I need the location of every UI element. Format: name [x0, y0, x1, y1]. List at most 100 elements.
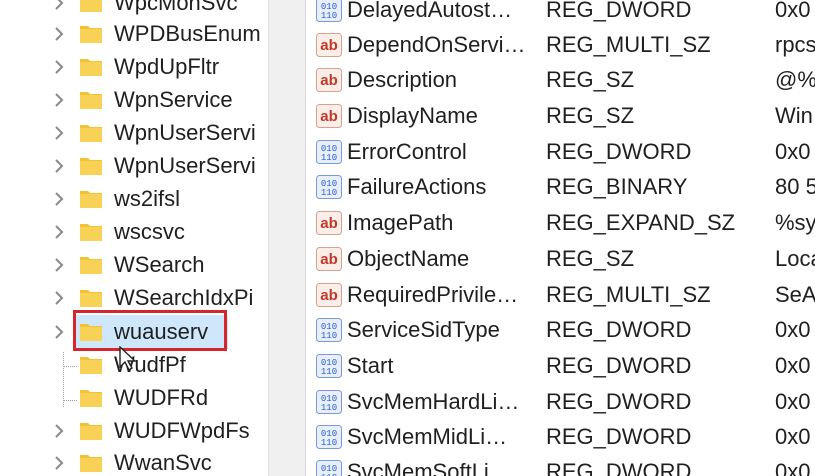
- svg-text:110: 110: [321, 438, 337, 448]
- svg-text:110: 110: [321, 403, 337, 413]
- value-row[interactable]: ab DependOnServi… REG_MULTI_SZ rpcs: [306, 27, 815, 63]
- folder-icon: [80, 453, 102, 472]
- value-data: %sy: [775, 210, 815, 235]
- expand-chevron-icon[interactable]: [50, 116, 68, 150]
- tree-item-label: WUDFWpdFs: [114, 418, 250, 443]
- expand-chevron-icon[interactable]: [50, 17, 68, 51]
- value-data: 0x0: [775, 353, 811, 378]
- pane-splitter[interactable]: [268, 0, 306, 476]
- value-type: REG_SZ: [546, 246, 635, 271]
- svg-text:ab: ab: [320, 37, 338, 54]
- expand-chevron-icon[interactable]: [50, 83, 68, 117]
- value-name: RequiredPrivile…: [347, 282, 519, 307]
- value-row[interactable]: 010 110 DelayedAutost… REG_DWORD 0x0: [306, 0, 815, 28]
- folder-icon: [80, 255, 102, 274]
- value-type: REG_DWORD: [546, 353, 692, 378]
- expand-chevron-icon[interactable]: [50, 50, 68, 84]
- registry-key-tree[interactable]: WpcMonSvc WPDBusEnum WpdUpFltr WpnServic…: [0, 0, 268, 476]
- value-row[interactable]: ab ObjectName REG_SZ Loca: [306, 241, 815, 277]
- value-type: REG_MULTI_SZ: [546, 282, 711, 307]
- folder-icon: [80, 421, 102, 440]
- expand-chevron-icon[interactable]: [50, 281, 68, 315]
- value-row[interactable]: 010 110 Start REG_DWORD 0x0: [306, 348, 815, 384]
- tree-item[interactable]: WpnUserServi: [0, 149, 268, 183]
- binary-value-icon: 010110: [316, 354, 342, 378]
- tree-item[interactable]: WUDFWpdFs: [0, 414, 268, 448]
- expand-chevron-icon[interactable]: [50, 182, 68, 216]
- value-row[interactable]: 010 110 ServiceSidType REG_DWORD 0x0: [306, 312, 815, 348]
- tree-item-label: WpnUserServi: [114, 120, 256, 145]
- value-row[interactable]: 010 110 ErrorControl REG_DWORD 0x0: [306, 134, 815, 170]
- value-type: REG_DWORD: [546, 424, 692, 449]
- mouse-pointer-icon: [119, 346, 137, 372]
- value-row[interactable]: ab DisplayName REG_SZ Win: [306, 98, 815, 134]
- tree-item-label: WUDFRd: [114, 385, 209, 410]
- expand-chevron-icon[interactable]: [50, 414, 68, 448]
- value-data: 0x0: [775, 0, 811, 22]
- annotation-highlight-box: [73, 310, 227, 351]
- tree-item-label: wscsvc: [114, 219, 185, 244]
- tree-item[interactable]: WpnUserServi: [0, 116, 268, 150]
- string-value-icon: ab: [316, 283, 342, 307]
- tree-item[interactable]: WPDBusEnum: [0, 17, 268, 51]
- value-name: DependOnServi…: [347, 32, 526, 57]
- tree-item[interactable]: WpdUpFltr: [0, 50, 268, 84]
- svg-text:110: 110: [321, 11, 337, 21]
- value-data: rpcs: [775, 32, 815, 57]
- svg-text:ab: ab: [320, 251, 338, 268]
- svg-text:ab: ab: [320, 108, 338, 125]
- value-name: SvcMemHardLi…: [347, 389, 520, 414]
- expand-chevron-icon[interactable]: [50, 315, 68, 349]
- value-row[interactable]: 010 110 SvcMemHardLi… REG_DWORD 0x0: [306, 384, 815, 420]
- folder-icon: [80, 189, 102, 208]
- folder-icon: [80, 90, 102, 109]
- expand-chevron-icon[interactable]: [50, 446, 68, 476]
- value-data: 80 5: [775, 174, 815, 199]
- value-name: DelayedAutost…: [347, 0, 513, 22]
- value-data: 0x0: [775, 424, 811, 449]
- value-type: REG_EXPAND_SZ: [546, 210, 736, 235]
- value-type: REG_DWORD: [546, 459, 692, 476]
- tree-item[interactable]: WUDFRd: [0, 381, 268, 415]
- svg-text:110: 110: [321, 367, 337, 377]
- folder-icon: [80, 156, 102, 175]
- value-name: ObjectName: [347, 246, 470, 271]
- folder-icon: [80, 355, 102, 374]
- binary-value-icon: 010110: [316, 175, 342, 199]
- value-data: 0x0: [775, 459, 811, 476]
- value-row[interactable]: 010 110 SvcMemMidLi… REG_DWORD 0x0: [306, 419, 815, 455]
- expand-chevron-icon[interactable]: [50, 149, 68, 183]
- value-row[interactable]: ab RequiredPrivile… REG_MULTI_SZ SeA: [306, 277, 815, 313]
- tree-item-label: WSearch: [114, 252, 205, 277]
- folder-icon: [80, 123, 102, 142]
- tree-item[interactable]: wscsvc: [0, 215, 268, 249]
- tree-item[interactable]: WSearch: [0, 248, 268, 282]
- expand-chevron-icon[interactable]: [50, 248, 68, 282]
- folder-icon: [80, 222, 102, 241]
- binary-value-icon: 010110: [316, 318, 342, 342]
- value-data: 0x0: [775, 317, 811, 342]
- value-data: Win: [775, 103, 813, 128]
- tree-item-label: ws2ifsl: [114, 186, 181, 211]
- tree-item[interactable]: WwanSvc: [0, 446, 268, 476]
- value-type: REG_DWORD: [546, 0, 692, 22]
- tree-item[interactable]: WpnService: [0, 83, 268, 117]
- tree-item[interactable]: ws2ifsl: [0, 182, 268, 216]
- value-name: ServiceSidType: [347, 317, 500, 342]
- value-data: 0x0: [775, 389, 811, 414]
- value-name: ErrorControl: [347, 139, 467, 164]
- svg-text:110: 110: [321, 331, 337, 341]
- value-row[interactable]: ab Description REG_SZ @%: [306, 62, 815, 98]
- value-row[interactable]: 010 110 FailureActions REG_BINARY 80 5: [306, 169, 815, 205]
- value-row[interactable]: ab ImagePath REG_EXPAND_SZ %sy: [306, 205, 815, 241]
- value-name: SvcMemMidLi…: [347, 424, 508, 449]
- registry-values-list[interactable]: 010 110 DelayedAutost… REG_DWORD 0x0 ab D…: [306, 0, 815, 476]
- tree-item-label: WpnUserServi: [114, 153, 256, 178]
- value-data: SeA: [775, 282, 815, 307]
- value-type: REG_DWORD: [546, 139, 692, 164]
- folder-icon: [80, 0, 102, 12]
- expand-chevron-icon[interactable]: [50, 215, 68, 249]
- value-name: ImagePath: [347, 210, 454, 235]
- value-row[interactable]: 010110 SvcMemSoftLi… REG_DWORD 0x0: [306, 454, 815, 476]
- string-value-icon: ab: [316, 68, 342, 92]
